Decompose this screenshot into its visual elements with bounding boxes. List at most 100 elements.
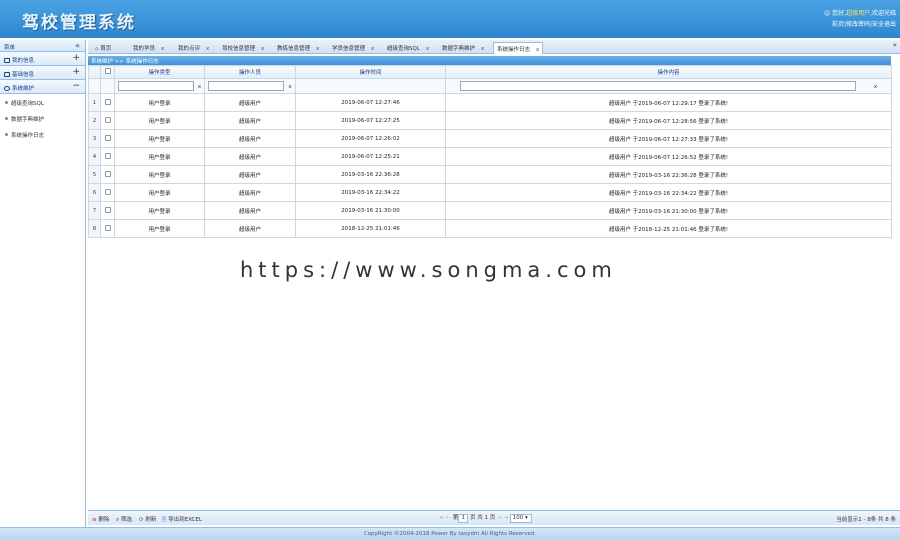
row-select-cell — [100, 183, 115, 202]
column-header[interactable]: 操作人员 — [204, 65, 296, 79]
tab-student[interactable]: 学员信息管理 x — [329, 42, 377, 54]
row-number: 6 — [88, 183, 101, 202]
row-select-cell — [100, 93, 115, 112]
export-button[interactable]: ⎘ 导出到EXCEL — [162, 515, 202, 524]
column-header[interactable]: 操作类型 — [114, 65, 205, 79]
user-name[interactable]: 超级用户 — [846, 10, 870, 17]
page-size-select[interactable]: 100 ▾ — [509, 514, 532, 523]
close-icon[interactable]: x — [206, 46, 209, 52]
first-page-button[interactable]: ⇤ — [440, 515, 445, 521]
close-icon[interactable]: x — [371, 46, 374, 52]
tab-label: 我的学员 — [133, 46, 156, 52]
prev-page-button[interactable]: ⇠ — [446, 515, 451, 521]
refresh-icon: ⟳ — [139, 517, 144, 523]
table-row[interactable]: 1 用户登录 超级用户 2019-06-07 12:27:46 超级用户 于2019-0… — [88, 93, 892, 112]
row-number: 8 — [88, 219, 101, 238]
row-checkbox[interactable] — [104, 170, 111, 177]
filter-button[interactable]: ⌕ 筛选 — [116, 515, 132, 524]
table-row[interactable]: 6 用户登录 超级用户 2019-03-16 22:34:22 超级用户 于2019-0… — [88, 183, 892, 202]
tab-my-students[interactable]: 我的学员 x — [130, 42, 167, 54]
filter-content-input[interactable] — [459, 81, 856, 91]
chevron-down-icon: ▾ — [524, 515, 528, 521]
tab-label: 数据字典维护 — [442, 46, 476, 52]
collapse-group-icon[interactable]: − — [72, 81, 80, 91]
cell-time: 2019-06-07 12:27:46 — [295, 93, 446, 112]
search-icon: ⌕ — [116, 517, 120, 523]
close-icon[interactable]: x — [316, 46, 319, 52]
cell-time: 2019-03-16 22:34:22 — [295, 183, 446, 202]
row-checkbox[interactable] — [104, 188, 111, 195]
table-body: 1 用户登录 超级用户 2019-06-07 12:27:46 超级用户 于2019-0… — [88, 93, 892, 238]
tab-log[interactable]: 系统操作日志 x — [493, 42, 544, 54]
sidebar-item-log[interactable]: 系统操作日志 — [0, 126, 85, 142]
clear-icon[interactable]: x — [874, 84, 877, 90]
menu-group-system[interactable]: 系统维护 − — [0, 80, 85, 94]
tab-school[interactable]: 驾校信息管理 x — [219, 42, 267, 54]
menu-group-basic-info[interactable]: 基础信息 + — [0, 66, 85, 80]
cell-operator: 超级用户 — [204, 93, 296, 112]
table-row[interactable]: 5 用户登录 超级用户 2019-03-16 22:36:28 超级用户 于2019-0… — [88, 165, 892, 184]
menu-group-my-info[interactable]: 我的信息 + — [0, 52, 85, 66]
bullet-icon — [5, 117, 8, 120]
delete-button[interactable]: ≡ 删除 — [92, 515, 109, 523]
row-checkbox[interactable] — [104, 116, 111, 123]
tab-my-reviews[interactable]: 我的点评 x — [175, 42, 212, 54]
close-icon[interactable]: x — [536, 47, 539, 53]
cell-type: 用户登录 — [114, 129, 205, 148]
row-checkbox[interactable] — [104, 98, 111, 105]
monitor-icon — [4, 58, 10, 63]
row-select-cell — [100, 165, 115, 184]
row-number: 5 — [88, 165, 101, 184]
expand-icon[interactable]: + — [72, 53, 80, 63]
next-page-button[interactable]: ⇢ — [497, 515, 502, 521]
filter-cell: x — [204, 78, 296, 94]
column-header[interactable]: 操作时间 — [295, 65, 446, 79]
row-checkbox[interactable] — [104, 152, 111, 159]
filter-type-input[interactable] — [117, 81, 194, 91]
row-number: 7 — [88, 201, 101, 220]
user-panel: ☺ 您好,超级用户,欢迎光临 前页|修改密码|安全退出 — [824, 8, 896, 30]
table-row[interactable]: 4 用户登录 超级用户 2019-06-07 12:25:21 超级用户 于2019-0… — [88, 147, 892, 166]
table-row[interactable]: 2 用户登录 超级用户 2019-06-07 12:27:25 超级用户 于2019-0… — [88, 111, 892, 130]
column-header[interactable]: 操作内容 — [445, 65, 892, 79]
select-all-checkbox[interactable] — [104, 68, 111, 74]
tabs-more-icon[interactable]: » — [893, 41, 897, 49]
filter-cell — [295, 78, 446, 94]
sidebar-title: 菜单 — [4, 45, 16, 51]
header-links[interactable]: 前页|修改密码|安全退出 — [824, 19, 896, 30]
user-icon: ☺ — [823, 10, 831, 17]
close-icon[interactable]: x — [481, 46, 484, 52]
table-row[interactable]: 3 用户登录 超级用户 2019-06-07 12:26:02 超级用户 于2019-0… — [88, 129, 892, 148]
cell-type: 用户登录 — [114, 165, 205, 184]
clear-icon[interactable]: x — [288, 84, 291, 90]
row-checkbox[interactable] — [104, 134, 111, 141]
tab-dictionary[interactable]: 数据字典维护 x — [439, 42, 487, 54]
last-page-button[interactable]: ⇥ — [503, 515, 508, 521]
row-checkbox[interactable] — [104, 224, 111, 231]
cell-content: 超级用户 于2019-06-07 12:29:17 登录了系统! — [445, 93, 892, 112]
sidebar-item-dictionary[interactable]: 数据字典维护 — [0, 110, 85, 126]
tab-label: 教练信息管理 — [277, 46, 311, 52]
close-icon[interactable]: x — [426, 46, 429, 52]
sidebar-header: 菜单 « — [0, 40, 85, 52]
tab-sql[interactable]: 超级查询SQL x — [384, 42, 432, 54]
refresh-button[interactable]: ⟳ 刷新 — [139, 515, 156, 523]
row-checkbox[interactable] — [104, 206, 111, 213]
expand-icon[interactable]: + — [72, 67, 80, 77]
tab-home[interactable]: ⌂ 首页 — [92, 42, 114, 54]
cell-type: 用户登录 — [114, 219, 205, 238]
table-row[interactable]: 8 用户登录 超级用户 2018-12-25 21:01:46 超级用户 于2018-1… — [88, 219, 892, 238]
gear-icon — [4, 86, 10, 91]
delete-label: 删除 — [98, 517, 110, 523]
filter-operator-input[interactable] — [208, 81, 285, 91]
sidebar-item-sql[interactable]: 超级查询SQL — [0, 94, 85, 110]
close-icon[interactable]: x — [261, 46, 264, 52]
collapse-icon[interactable]: « — [75, 41, 80, 50]
tab-coach[interactable]: 教练信息管理 x — [274, 42, 322, 54]
row-select-cell — [100, 129, 115, 148]
page-number-input[interactable]: 1 — [458, 514, 469, 523]
close-icon[interactable]: x — [161, 46, 164, 52]
cell-type: 用户登录 — [114, 93, 205, 112]
clear-icon[interactable]: x — [198, 84, 201, 90]
table-row[interactable]: 7 用户登录 超级用户 2019-03-16 21:30:00 超级用户 于2019-0… — [88, 201, 892, 220]
